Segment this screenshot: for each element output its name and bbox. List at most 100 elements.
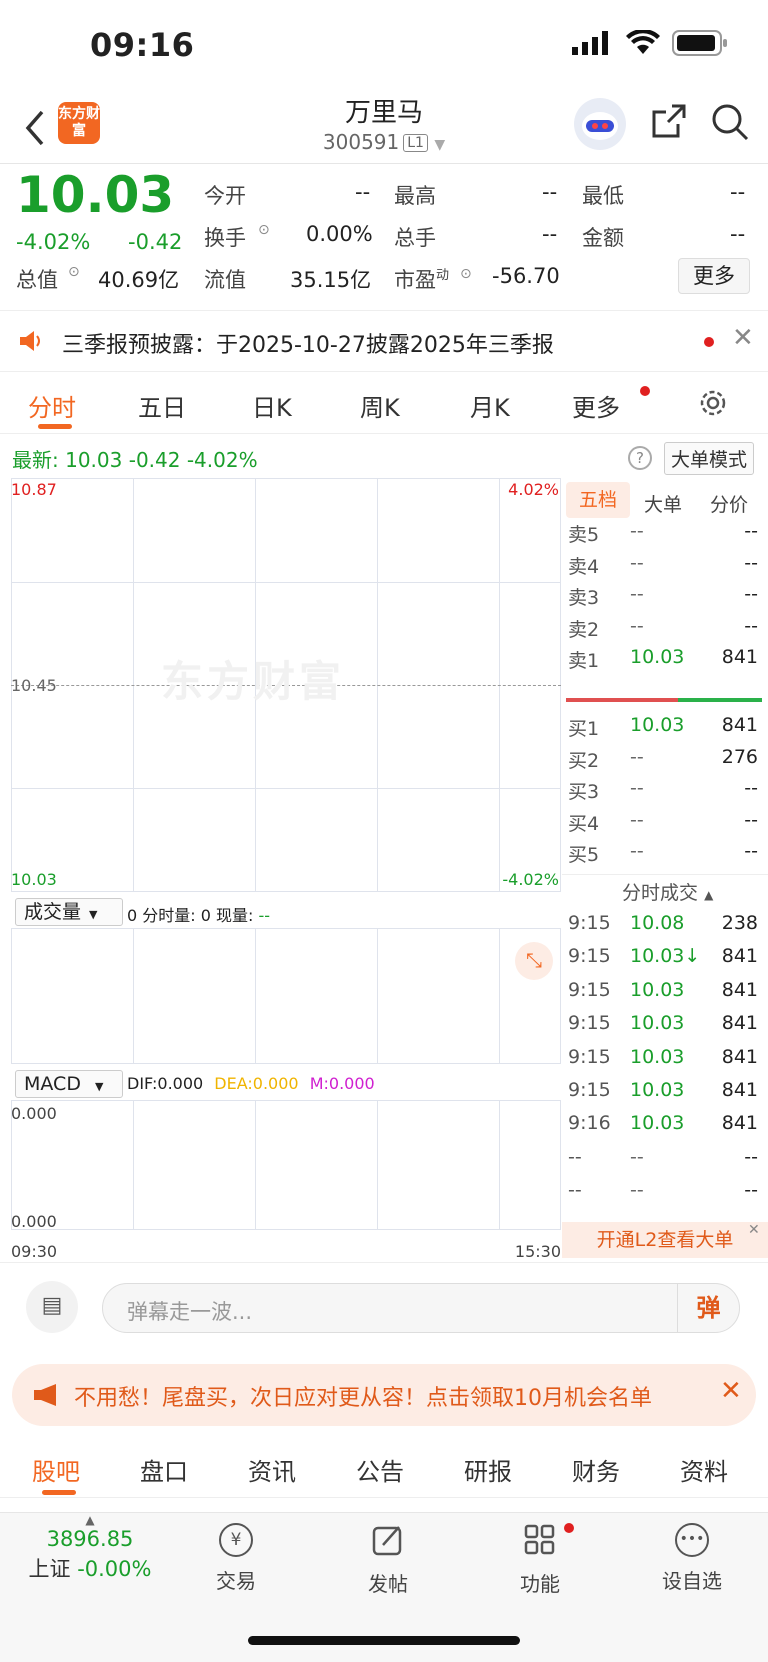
- open-value: --: [355, 180, 371, 204]
- volume-info-text: 0 分时量: 0 现量:: [127, 906, 254, 925]
- tab-price-dist[interactable]: 分价: [710, 490, 748, 517]
- danmu-settings-icon[interactable]: ▤: [26, 1281, 78, 1333]
- trade-row-price: 10.03: [630, 1112, 685, 1135]
- tab-post[interactable]: 发帖: [328, 1523, 448, 1597]
- notice-text: 三季报预披露：于2025-10-27披露2025年三季报: [62, 333, 554, 358]
- macd-dif: DIF:0.000: [127, 1074, 204, 1093]
- ask-row: 卖5 -- --: [562, 520, 762, 553]
- tab-add-watchlist[interactable]: ••• 设自选: [632, 1523, 752, 1594]
- tab-research[interactable]: 研报: [464, 1452, 512, 1487]
- close-icon[interactable]: ✕: [748, 1222, 760, 1238]
- tab-trade[interactable]: ¥ 交易: [176, 1523, 296, 1594]
- bid-row-label: 买2: [568, 749, 600, 772]
- expand-icon[interactable]: ⤡: [515, 942, 553, 980]
- tab-finance[interactable]: 财务: [572, 1452, 620, 1487]
- danmu-bar: ▤ 弹幕走一波... 弹: [0, 1262, 768, 1352]
- info-dots-icon[interactable]: ⊙: [460, 266, 472, 282]
- trades-title[interactable]: 分时成交 ▲: [622, 878, 713, 905]
- index-ticker[interactable]: ▲ 3896.85 上证 -0.00%: [20, 1513, 160, 1583]
- tab-week-k[interactable]: 周K: [360, 388, 400, 423]
- danmu-placeholder: 弹幕走一波...: [127, 1300, 253, 1324]
- volume-current: --: [258, 906, 271, 925]
- tab-orderbook[interactable]: 盘口: [140, 1452, 188, 1487]
- bid-row-vol: 276: [721, 745, 758, 768]
- danmu-input[interactable]: 弹幕走一波... 弹: [102, 1283, 740, 1333]
- more-dots-icon: •••: [675, 1523, 709, 1557]
- dropdown-icon[interactable]: ▼: [434, 137, 445, 153]
- bid-row-price: --: [630, 777, 644, 799]
- stock-code-text: 300591: [322, 130, 400, 154]
- danmu-send-button[interactable]: 弹: [677, 1284, 739, 1332]
- l2-upgrade-banner[interactable]: 开通L2查看大单: [562, 1222, 768, 1258]
- macd-top-label: 0.000: [11, 1104, 57, 1123]
- float-label: 流值: [204, 268, 246, 292]
- tab-five-level[interactable]: 五档: [566, 482, 630, 518]
- ask-row-vol: 841: [721, 646, 758, 668]
- trade-row: 9:15 10.03 841: [562, 1079, 762, 1112]
- high-label: 最高: [394, 184, 436, 208]
- trade-row-time: --: [568, 1179, 582, 1202]
- trade-row-price: 10.03: [630, 1012, 685, 1035]
- ask-row-label: 卖2: [568, 618, 600, 641]
- gear-icon[interactable]: [698, 388, 728, 418]
- bid-row-vol: --: [744, 808, 758, 831]
- trade-row-time: 9:15: [568, 912, 611, 934]
- grid-icon: [524, 1524, 555, 1555]
- promo-banner[interactable]: 不用愁！尾盘买，次日应对更从容！点击领取10月机会名单 ✕: [12, 1364, 756, 1426]
- signal-icon: [572, 31, 608, 55]
- bid-row-price: --: [630, 808, 644, 831]
- tab-announcements[interactable]: 公告: [356, 1452, 404, 1487]
- price-mid-label: 10.45: [11, 676, 57, 695]
- volume-info: 0 分时量: 0 现量: --: [127, 902, 270, 926]
- close-icon[interactable]: ✕: [720, 1376, 742, 1406]
- volume-select[interactable]: 成交量 ▼: [15, 898, 123, 926]
- bid-row-vol: --: [744, 840, 758, 862]
- trade-row: -- -- --: [562, 1146, 762, 1179]
- stock-header: 东方财富 万里马 300591 L1 ▼: [0, 90, 768, 164]
- trade-row-time: 9:15: [568, 1012, 611, 1035]
- intraday-chart[interactable]: 东方财富 10.87 10.45 10.03 4.02% -4.02% 成交量 ▼…: [11, 478, 561, 1261]
- macd-select[interactable]: MACD ▼: [15, 1070, 123, 1098]
- robot-avatar-icon[interactable]: [574, 98, 626, 150]
- trade-row-time: --: [568, 1145, 582, 1168]
- index-value: 3896.85: [46, 1527, 134, 1551]
- tab-news[interactable]: 资讯: [248, 1452, 296, 1487]
- big-order-mode-button[interactable]: 大单模式: [664, 442, 755, 475]
- trade-row-vol: 238: [721, 912, 758, 934]
- tab-5day[interactable]: 五日: [138, 388, 186, 423]
- trade-row-vol: --: [744, 1145, 758, 1168]
- tab-big-order[interactable]: 大单: [644, 490, 682, 517]
- change-percent: -4.02%: [16, 230, 91, 254]
- search-icon[interactable]: [710, 102, 750, 142]
- tab-add-watchlist-label: 设自选: [662, 1569, 722, 1593]
- macd-dea: DEA:0.000: [214, 1074, 299, 1093]
- dropdown-icon: ▼: [89, 908, 98, 921]
- tab-forum[interactable]: 股吧: [32, 1452, 80, 1487]
- notice-dot: [704, 337, 714, 347]
- mktcap-label: 总值: [16, 268, 58, 292]
- more-button[interactable]: 更多: [678, 258, 750, 294]
- price-bot-label: 10.03: [11, 870, 57, 889]
- info-dots-icon[interactable]: ⊙: [258, 222, 270, 238]
- ask-row-vol: --: [744, 520, 758, 542]
- bid-row-label: 买1: [568, 718, 600, 740]
- chart-tabs: 分时 五日 日K 周K 月K 更多: [0, 372, 768, 434]
- trade-row-price: 10.08: [630, 912, 685, 934]
- share-icon[interactable]: [650, 102, 688, 140]
- tab-month-k[interactable]: 月K: [470, 388, 510, 423]
- close-icon[interactable]: ✕: [732, 323, 754, 353]
- index-name: 上证: [28, 1557, 71, 1581]
- info-dots-icon[interactable]: ⊙: [68, 264, 80, 280]
- ask-ratio-bar: [566, 698, 678, 702]
- notice-bar[interactable]: 三季报预披露：于2025-10-27披露2025年三季报 ✕: [0, 310, 768, 372]
- help-icon[interactable]: ?: [628, 446, 652, 470]
- tab-more[interactable]: 更多: [572, 388, 620, 423]
- trade-row: 9:15 10.03 841: [562, 1012, 762, 1045]
- macd-info: DIF:0.000 DEA:0.000 M:0.000: [127, 1074, 375, 1093]
- index-line: 上证 -0.00%: [20, 1553, 160, 1583]
- trade-row-price: 10.03: [630, 978, 685, 1001]
- tab-intraday[interactable]: 分时: [28, 388, 76, 423]
- tab-functions[interactable]: 功能: [480, 1523, 600, 1597]
- tab-day-k[interactable]: 日K: [252, 388, 292, 423]
- tab-profile[interactable]: 资料: [680, 1452, 728, 1487]
